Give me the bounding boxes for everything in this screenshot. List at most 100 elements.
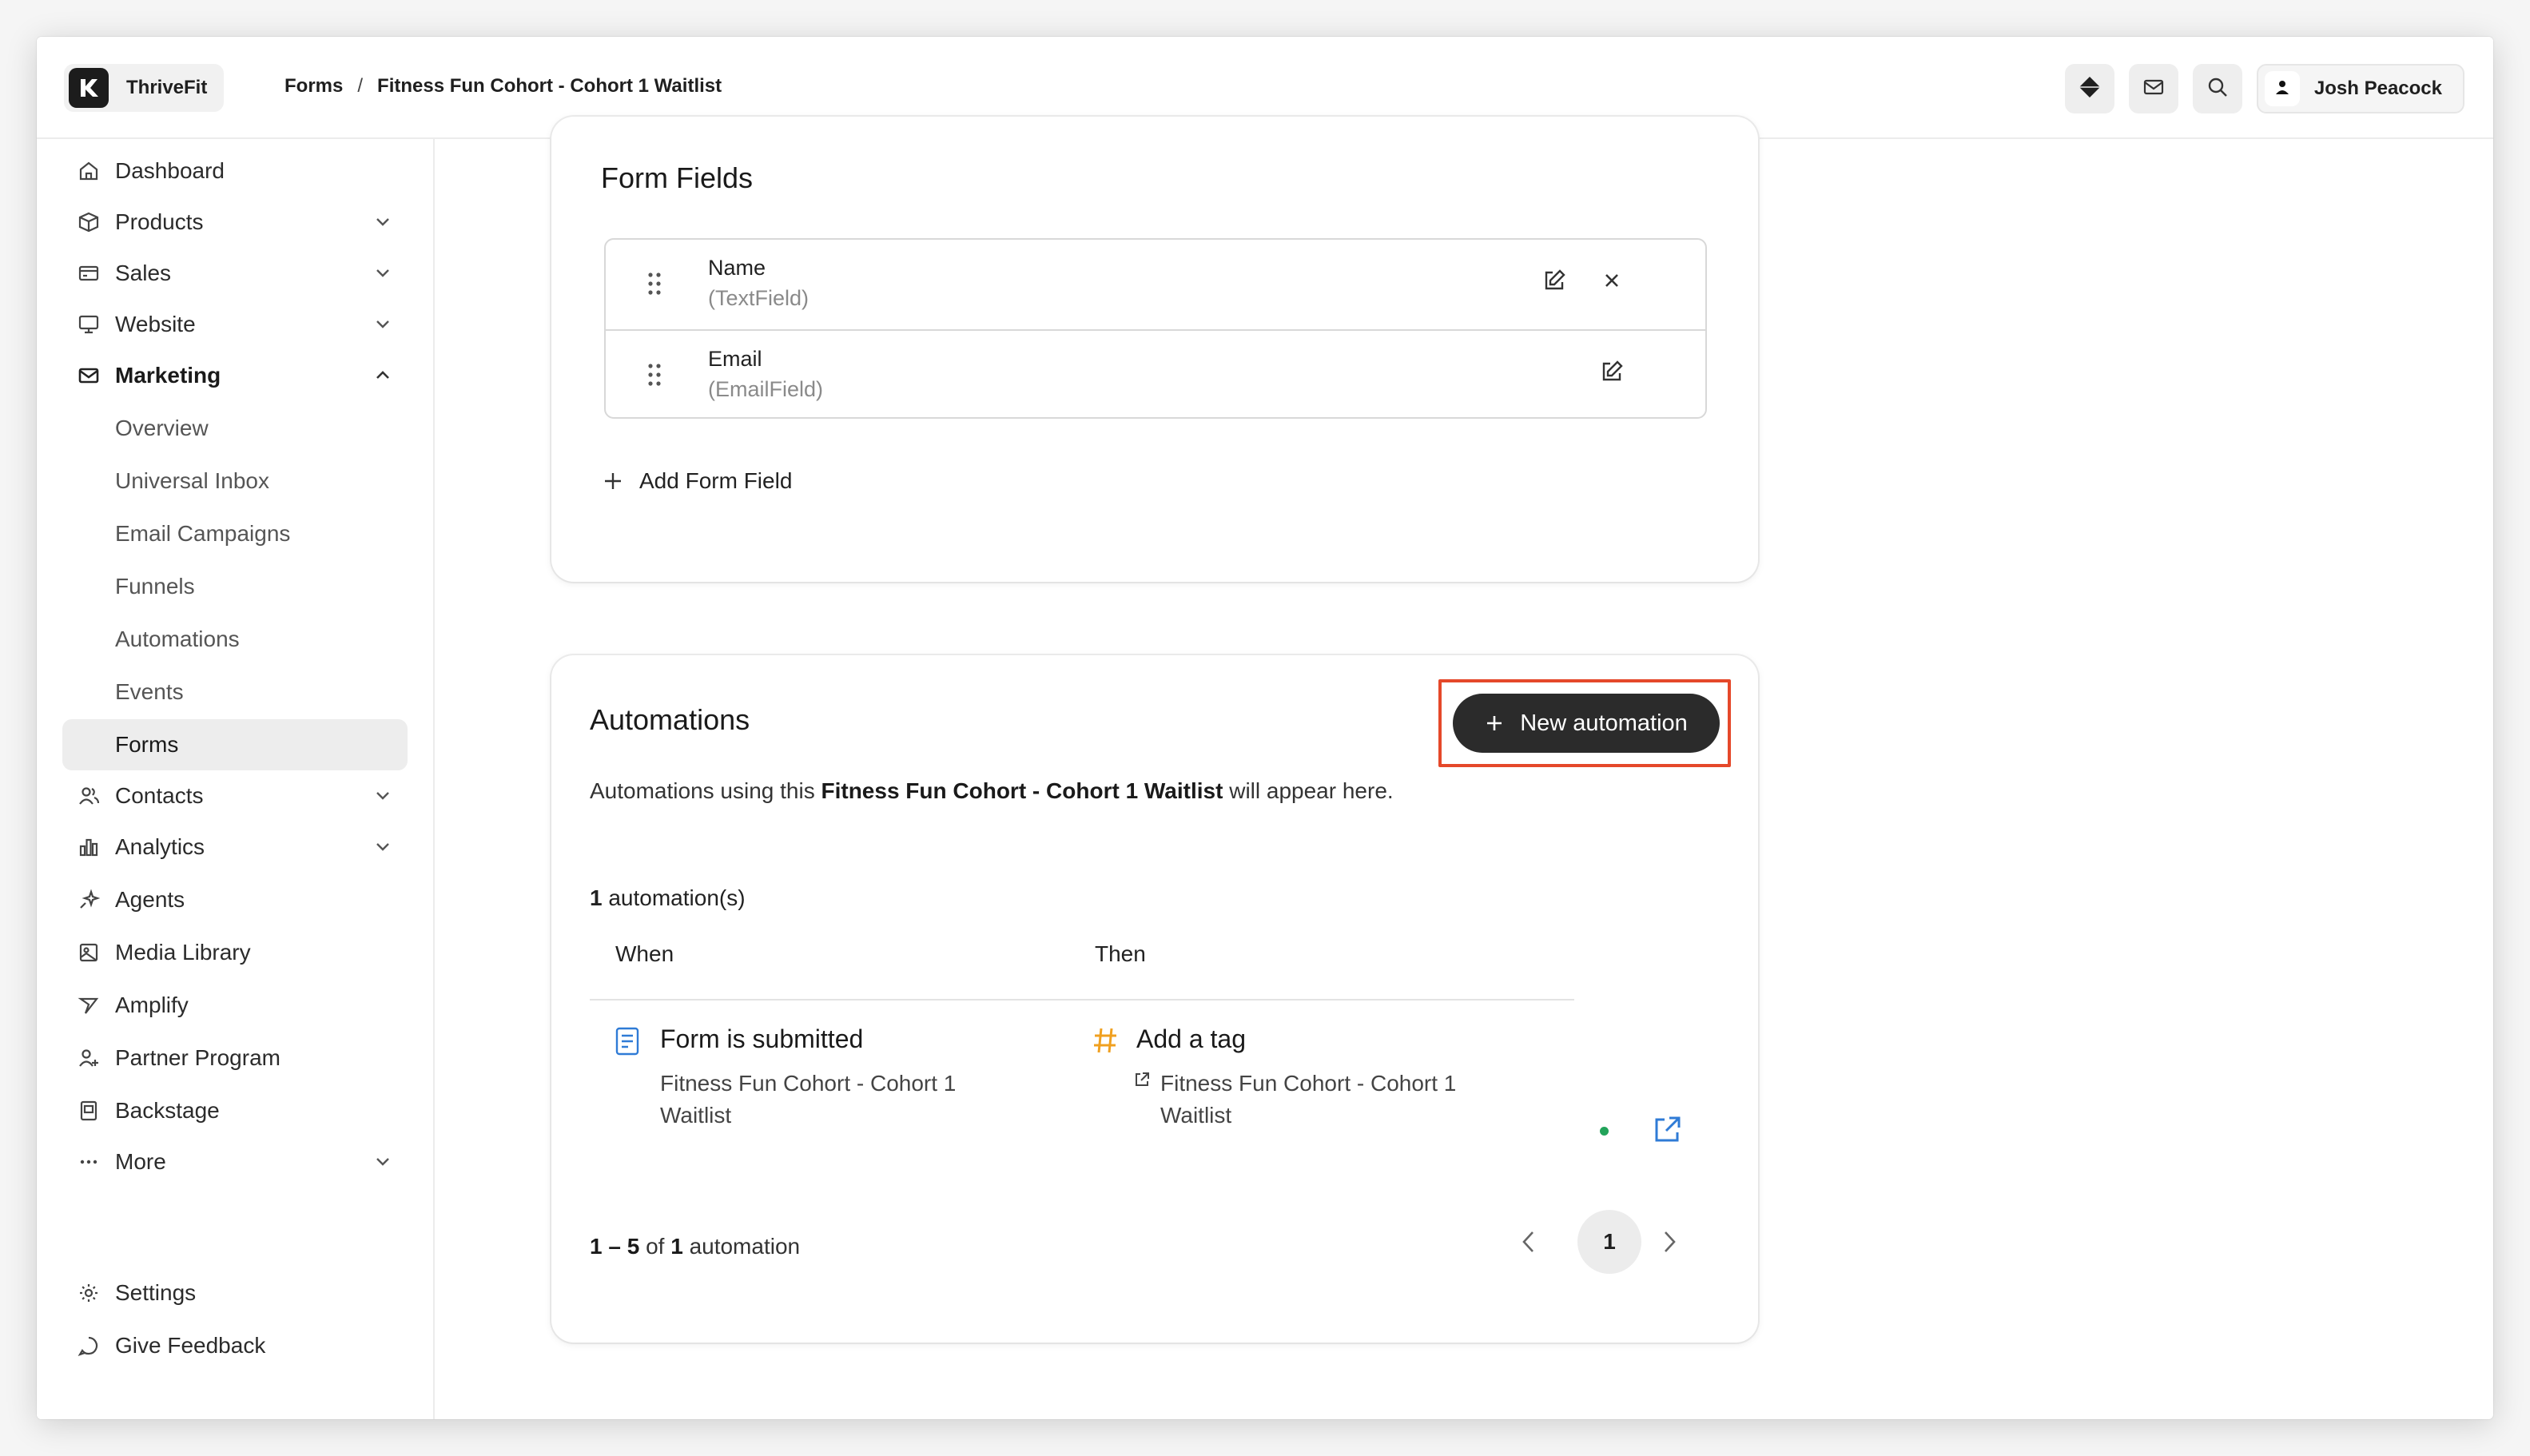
user-plus-icon (75, 1044, 102, 1072)
sidebar-item-label: Contacts (115, 783, 204, 808)
pagination-page-1[interactable]: 1 (1577, 1210, 1641, 1274)
sidebar-subitem-events[interactable]: Events (62, 666, 408, 718)
sidebar-item-partner-program[interactable]: Partner Program (62, 1032, 408, 1084)
chevron-down-icon (376, 320, 389, 328)
sidebar-subitem-automations[interactable]: Automations (62, 614, 408, 665)
user-icon (2273, 78, 2291, 100)
sidebar-item-label: Agents (115, 887, 185, 912)
sidebar-item-settings[interactable]: Settings (62, 1267, 408, 1319)
sidebar-subitem-overview[interactable]: Overview (62, 403, 408, 454)
chevron-right-icon[interactable] (1654, 1227, 1683, 1256)
backstage-icon (75, 1097, 102, 1124)
user-menu-button[interactable]: Josh Peacock (2256, 64, 2464, 113)
sidebar-item-website[interactable]: Website (62, 299, 408, 350)
form-field-row[interactable]: Email (EmailField) (606, 329, 1705, 420)
pagination-unit: automation (689, 1234, 801, 1259)
column-header-then: Then (1095, 941, 1146, 966)
field-type: (TextField) (708, 286, 810, 310)
sidebar-item-label: Marketing (115, 363, 221, 388)
box-icon (75, 209, 102, 236)
more-icon (75, 1148, 102, 1176)
sidebar-item-label: Products (115, 209, 204, 234)
pagination-range: 1 – 5 (590, 1234, 640, 1259)
chevron-left-icon[interactable] (1515, 1227, 1544, 1256)
sidebar-item-label: Partner Program (115, 1045, 280, 1070)
sidebar-subitem-universal-inbox[interactable]: Universal Inbox (62, 455, 408, 507)
top-actions: Josh Peacock (2051, 64, 2464, 113)
sidebar-item-sales[interactable]: Sales (62, 248, 408, 299)
external-link-icon[interactable] (1651, 1114, 1683, 1150)
sidebar: Dashboard Products Sales Website Marketi… (37, 139, 435, 1419)
sidebar-subitem-funnels[interactable]: Funnels (62, 561, 408, 612)
plus-icon (603, 471, 623, 491)
edit-icon[interactable] (1541, 267, 1568, 294)
brand-logo-icon (69, 68, 109, 108)
table-header-divider (590, 999, 1574, 1001)
sidebar-item-label: Give Feedback (115, 1333, 266, 1358)
plus-icon (1485, 714, 1504, 733)
sidebar-subitem-email-campaigns[interactable]: Email Campaigns (62, 508, 408, 559)
automation-count-number: 1 (590, 885, 603, 910)
mail-icon (2142, 75, 2166, 103)
sidebar-item-contacts[interactable]: Contacts (62, 770, 408, 821)
drag-handle-icon[interactable] (647, 272, 662, 300)
sidebar-item-dashboard[interactable]: Dashboard (62, 145, 408, 197)
close-icon[interactable] (1598, 267, 1625, 294)
chevron-down-icon (376, 843, 389, 851)
sidebar-item-marketing[interactable]: Marketing (62, 350, 408, 401)
pagination-total: 1 (670, 1234, 683, 1259)
form-field-row[interactable]: Name (TextField) (606, 240, 1705, 329)
home-icon (75, 157, 102, 185)
form-fields-title: Form Fields (601, 161, 754, 194)
user-name: Josh Peacock (2313, 78, 2442, 99)
chevron-down-icon (376, 1158, 389, 1166)
action-tag-name: Fitness Fun Cohort - Cohort 1 Waitlist (1160, 1071, 1457, 1128)
pagination-of: of (646, 1234, 665, 1259)
automations-card: Automations New automation Automations u… (551, 655, 1758, 1343)
chevron-down-icon (376, 269, 389, 277)
description-suffix: will appear here. (1229, 778, 1394, 803)
gear-icon (75, 1279, 102, 1307)
avatar (2264, 71, 2300, 106)
status-active-indicator (1600, 1127, 1609, 1136)
diamond-button[interactable] (2064, 64, 2114, 113)
inbox-button[interactable] (2128, 64, 2178, 113)
breadcrumb-forms-link[interactable]: Forms (284, 75, 343, 97)
field-name: Email (708, 347, 762, 371)
sidebar-item-label: Amplify (115, 993, 189, 1017)
breadcrumb: Forms / Fitness Fun Cohort - Cohort 1 Wa… (284, 75, 722, 97)
sidebar-item-media-library[interactable]: Media Library (62, 927, 408, 978)
chevron-up-icon (376, 371, 389, 379)
sidebar-item-analytics[interactable]: Analytics (62, 821, 408, 873)
sidebar-item-label: Website (115, 312, 196, 336)
sidebar-item-backstage[interactable]: Backstage (62, 1085, 408, 1136)
edit-icon[interactable] (1598, 358, 1625, 385)
search-button[interactable] (2192, 64, 2242, 113)
users-icon (75, 782, 102, 810)
sidebar-item-more[interactable]: More (62, 1136, 408, 1187)
trigger-title: Form is submitted (660, 1024, 864, 1053)
form-fields-list: Name (TextField) Email (EmailField) (604, 238, 1707, 419)
automation-count: 1 automation(s) (590, 885, 746, 911)
sidebar-item-give-feedback[interactable]: Give Feedback (62, 1320, 408, 1371)
automations-description: Automations using this Fitness Fun Cohor… (590, 778, 1394, 804)
new-automation-button[interactable]: New automation (1453, 694, 1720, 753)
mail-icon (75, 362, 102, 389)
sidebar-item-products[interactable]: Products (62, 197, 408, 248)
column-header-when: When (615, 941, 674, 966)
sidebar-subitem-forms[interactable]: Forms (62, 719, 408, 770)
chevron-down-icon (376, 792, 389, 800)
add-form-field-button[interactable]: Add Form Field (603, 468, 792, 494)
brand-switcher[interactable]: ThriveFit (64, 64, 224, 112)
sidebar-item-amplify[interactable]: Amplify (62, 980, 408, 1031)
sidebar-item-label: Media Library (115, 940, 251, 965)
brand-name: ThriveFit (126, 77, 208, 98)
sidebar-item-label: Dashboard (115, 158, 225, 183)
sparkles-icon (75, 886, 102, 913)
drag-handle-icon[interactable] (647, 363, 662, 391)
add-form-field-label: Add Form Field (639, 468, 793, 493)
automation-count-label: automation(s) (608, 885, 746, 910)
sidebar-item-label: More (115, 1149, 166, 1174)
sidebar-item-agents[interactable]: Agents (62, 874, 408, 925)
automations-title: Automations (590, 703, 750, 736)
